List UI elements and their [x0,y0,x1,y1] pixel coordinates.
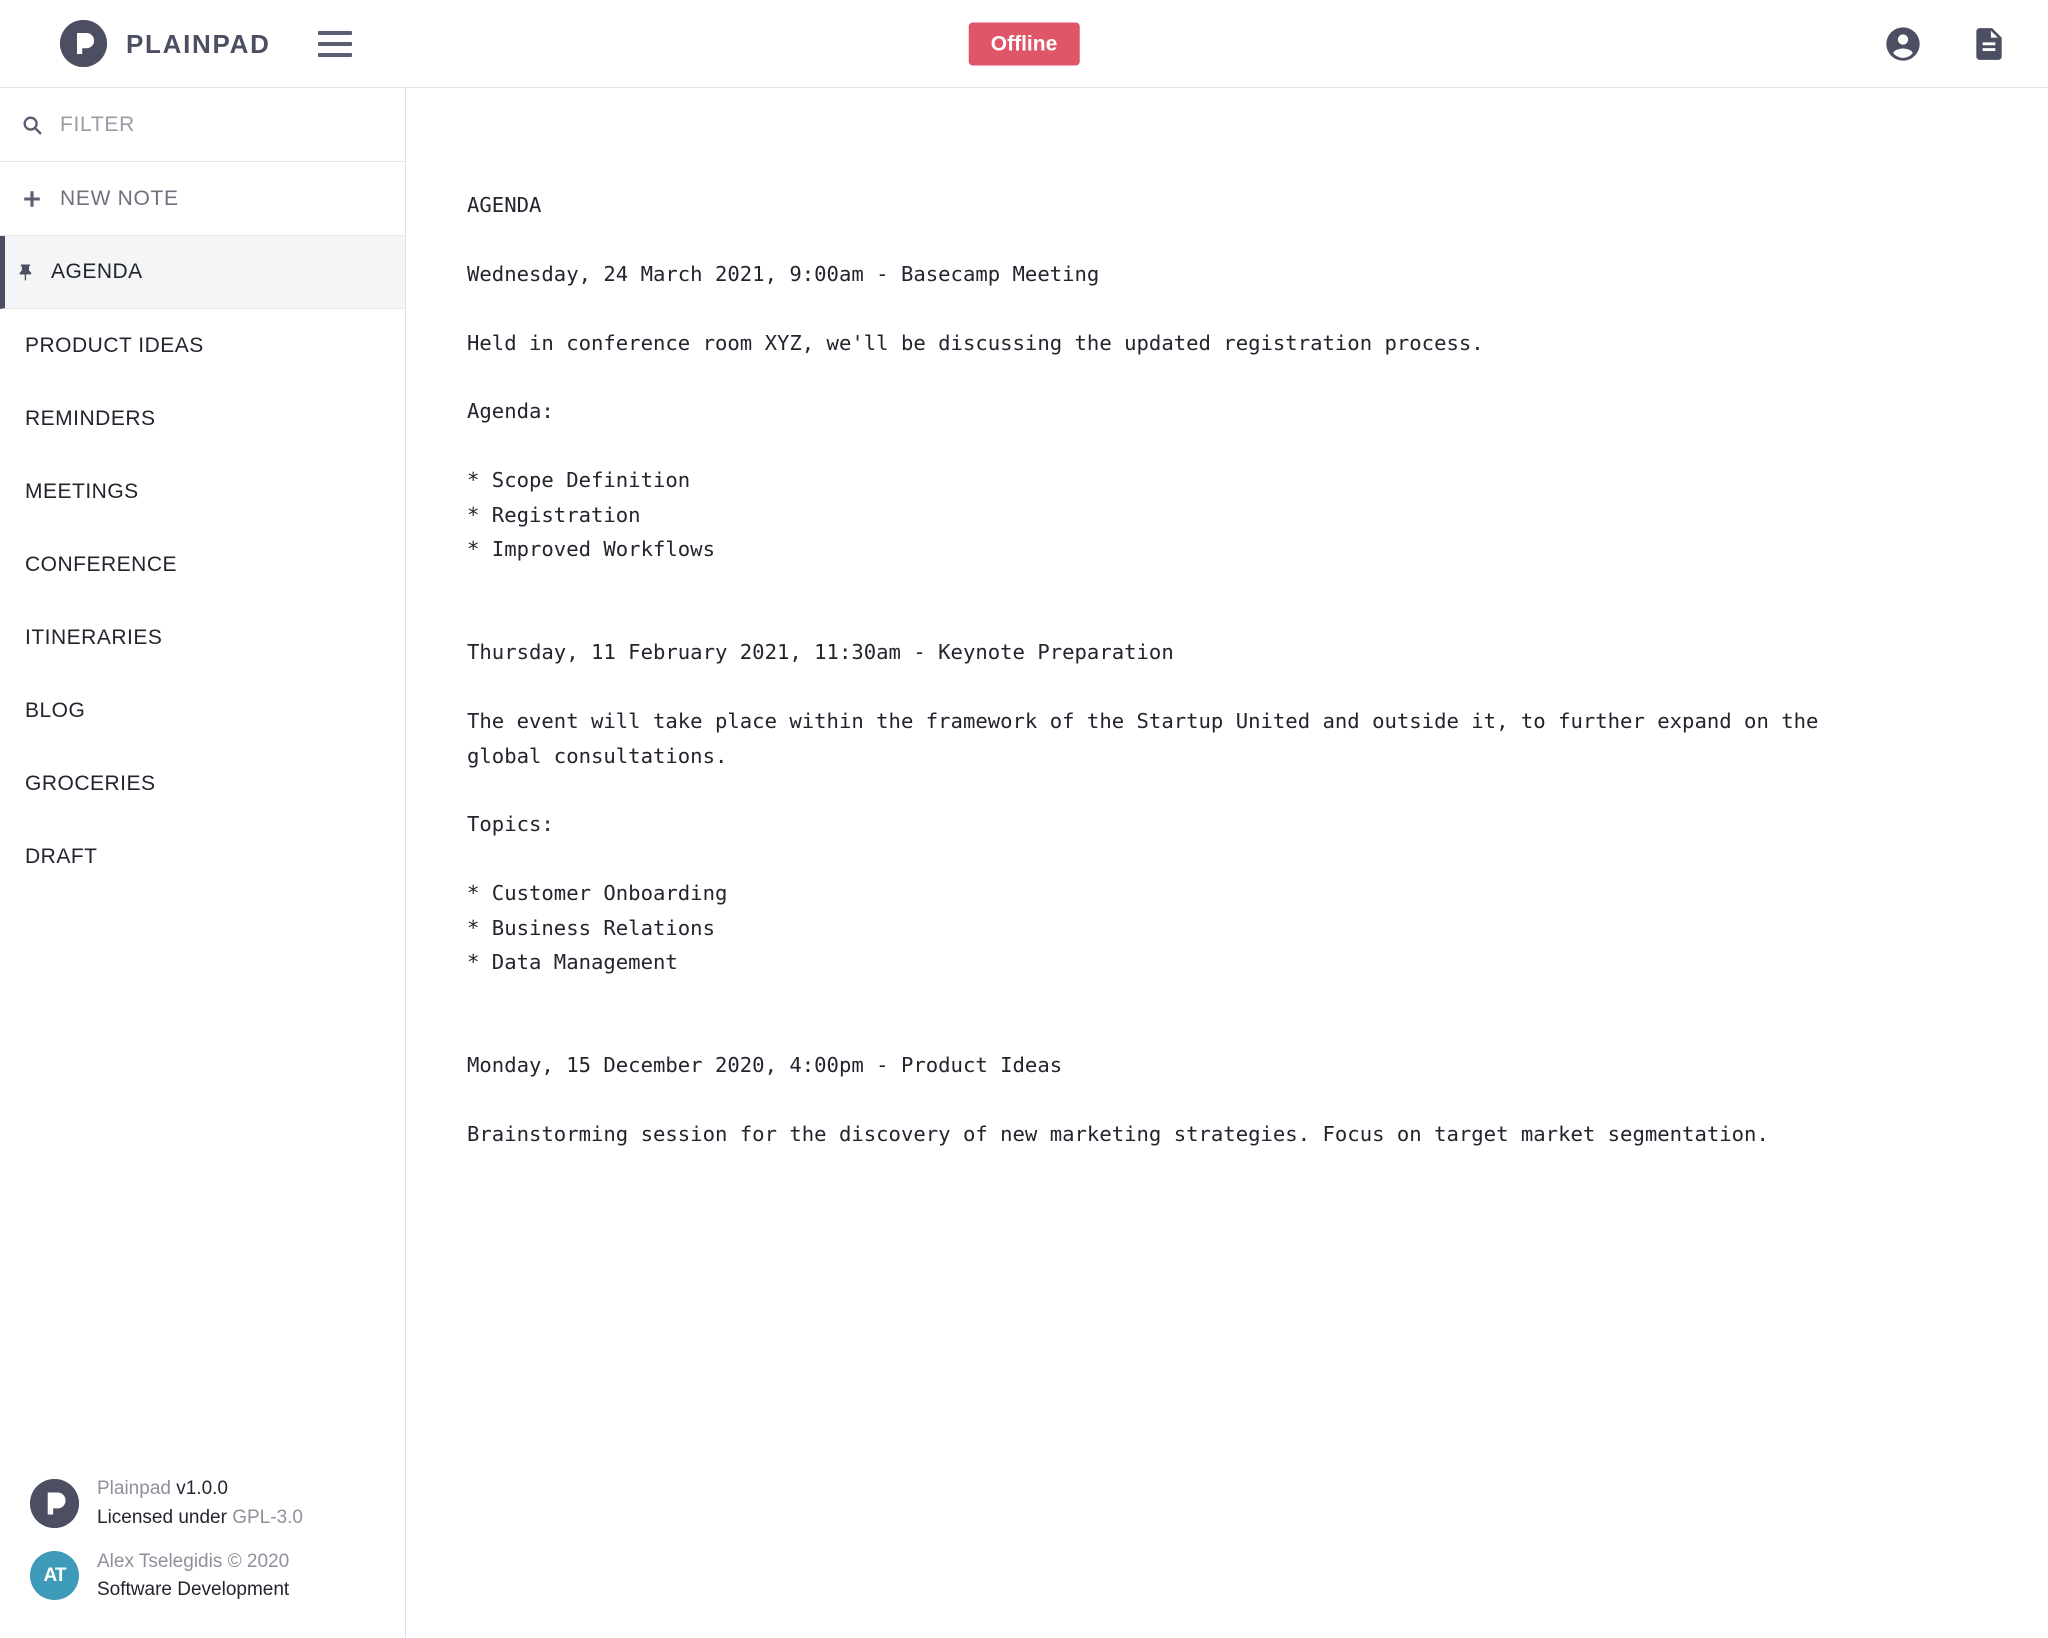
plainpad-app: PLAINPAD Offline FILTER NEW NOTE AGENDA … [0,0,2048,1638]
footer-author-role: Software Development [97,1579,290,1601]
note-list-item-itineraries[interactable]: ITINERARIES [0,601,405,674]
note-list-item-draft[interactable]: DRAFT [0,820,405,893]
hamburger-menu-icon[interactable] [317,27,352,61]
author-avatar: AT [30,1551,79,1601]
plus-icon [20,188,44,210]
plainpad-p-logo-icon [30,1479,79,1529]
note-list-item-blog[interactable]: BLOG [0,674,405,747]
note-list-item-label: MEETINGS [25,479,139,503]
sidebar-footer: Plainpad v1.0.0 Licensed under GPL-3.0 A… [0,1467,405,1638]
filter-row[interactable]: FILTER [0,88,405,162]
note-list-item-conference[interactable]: CONFERENCE [0,528,405,601]
note-list-item-label: CONFERENCE [25,552,178,576]
pin-icon [15,262,37,282]
note-list-item-groceries[interactable]: GROCERIES [0,747,405,820]
note-list-item-label: GROCERIES [25,771,156,795]
author-initials: AT [43,1564,67,1586]
note-list-item-label: ITINERARIES [25,625,163,649]
plainpad-p-logo-icon [60,20,107,67]
note-list-item-product-ideas[interactable]: PRODUCT IDEAS [0,309,405,382]
header-actions [1880,21,2022,67]
account-circle-icon[interactable] [1880,21,1926,67]
brand-name: PLAINPAD [126,28,271,59]
note-list-item-label: PRODUCT IDEAS [25,333,204,357]
filter-input[interactable]: FILTER [60,113,135,137]
new-note-label: NEW NOTE [60,186,179,210]
new-note-button[interactable]: NEW NOTE [0,162,405,236]
brand[interactable]: PLAINPAD [60,20,271,67]
note-list-item-label: DRAFT [25,844,98,868]
footer-app-info: Plainpad v1.0.0 Licensed under GPL-3.0 [0,1467,405,1539]
footer-app-version: Plainpad v1.0.0 [97,1478,228,1500]
footer-app-text: Plainpad v1.0.0 Licensed under GPL-3.0 [97,1476,303,1530]
document-file-icon[interactable] [1966,21,2012,67]
note-list-item-label: BLOG [25,698,86,722]
search-icon [20,114,44,136]
footer-author-name: Alex Tselegidis © 2020 [97,1550,290,1572]
app-body: FILTER NEW NOTE AGENDA PRODUCT IDEAS REM… [0,88,2048,1638]
note-list-item-label: AGENDA [51,260,143,283]
note-list-item-label: REMINDERS [25,406,156,430]
note-editor-textarea[interactable]: AGENDA Wednesday, 24 March 2021, 9:00am … [406,88,1936,1211]
note-list-item-agenda[interactable]: AGENDA [0,236,405,309]
note-list-item-meetings[interactable]: MEETINGS [0,455,405,528]
footer-author-info: AT Alex Tselegidis © 2020 Software Devel… [0,1540,405,1612]
note-list: AGENDA PRODUCT IDEAS REMINDERS MEETINGS … [0,236,405,1467]
status-badge[interactable]: Offline [968,22,1080,65]
note-list-item-reminders[interactable]: REMINDERS [0,382,405,455]
app-header: PLAINPAD Offline [0,0,2048,88]
footer-author-text: Alex Tselegidis © 2020 Software Developm… [97,1549,289,1603]
footer-app-license: Licensed under GPL-3.0 [97,1507,303,1529]
note-editor-panel: AGENDA Wednesday, 24 March 2021, 9:00am … [406,88,2048,1638]
sidebar: FILTER NEW NOTE AGENDA PRODUCT IDEAS REM… [0,88,406,1638]
